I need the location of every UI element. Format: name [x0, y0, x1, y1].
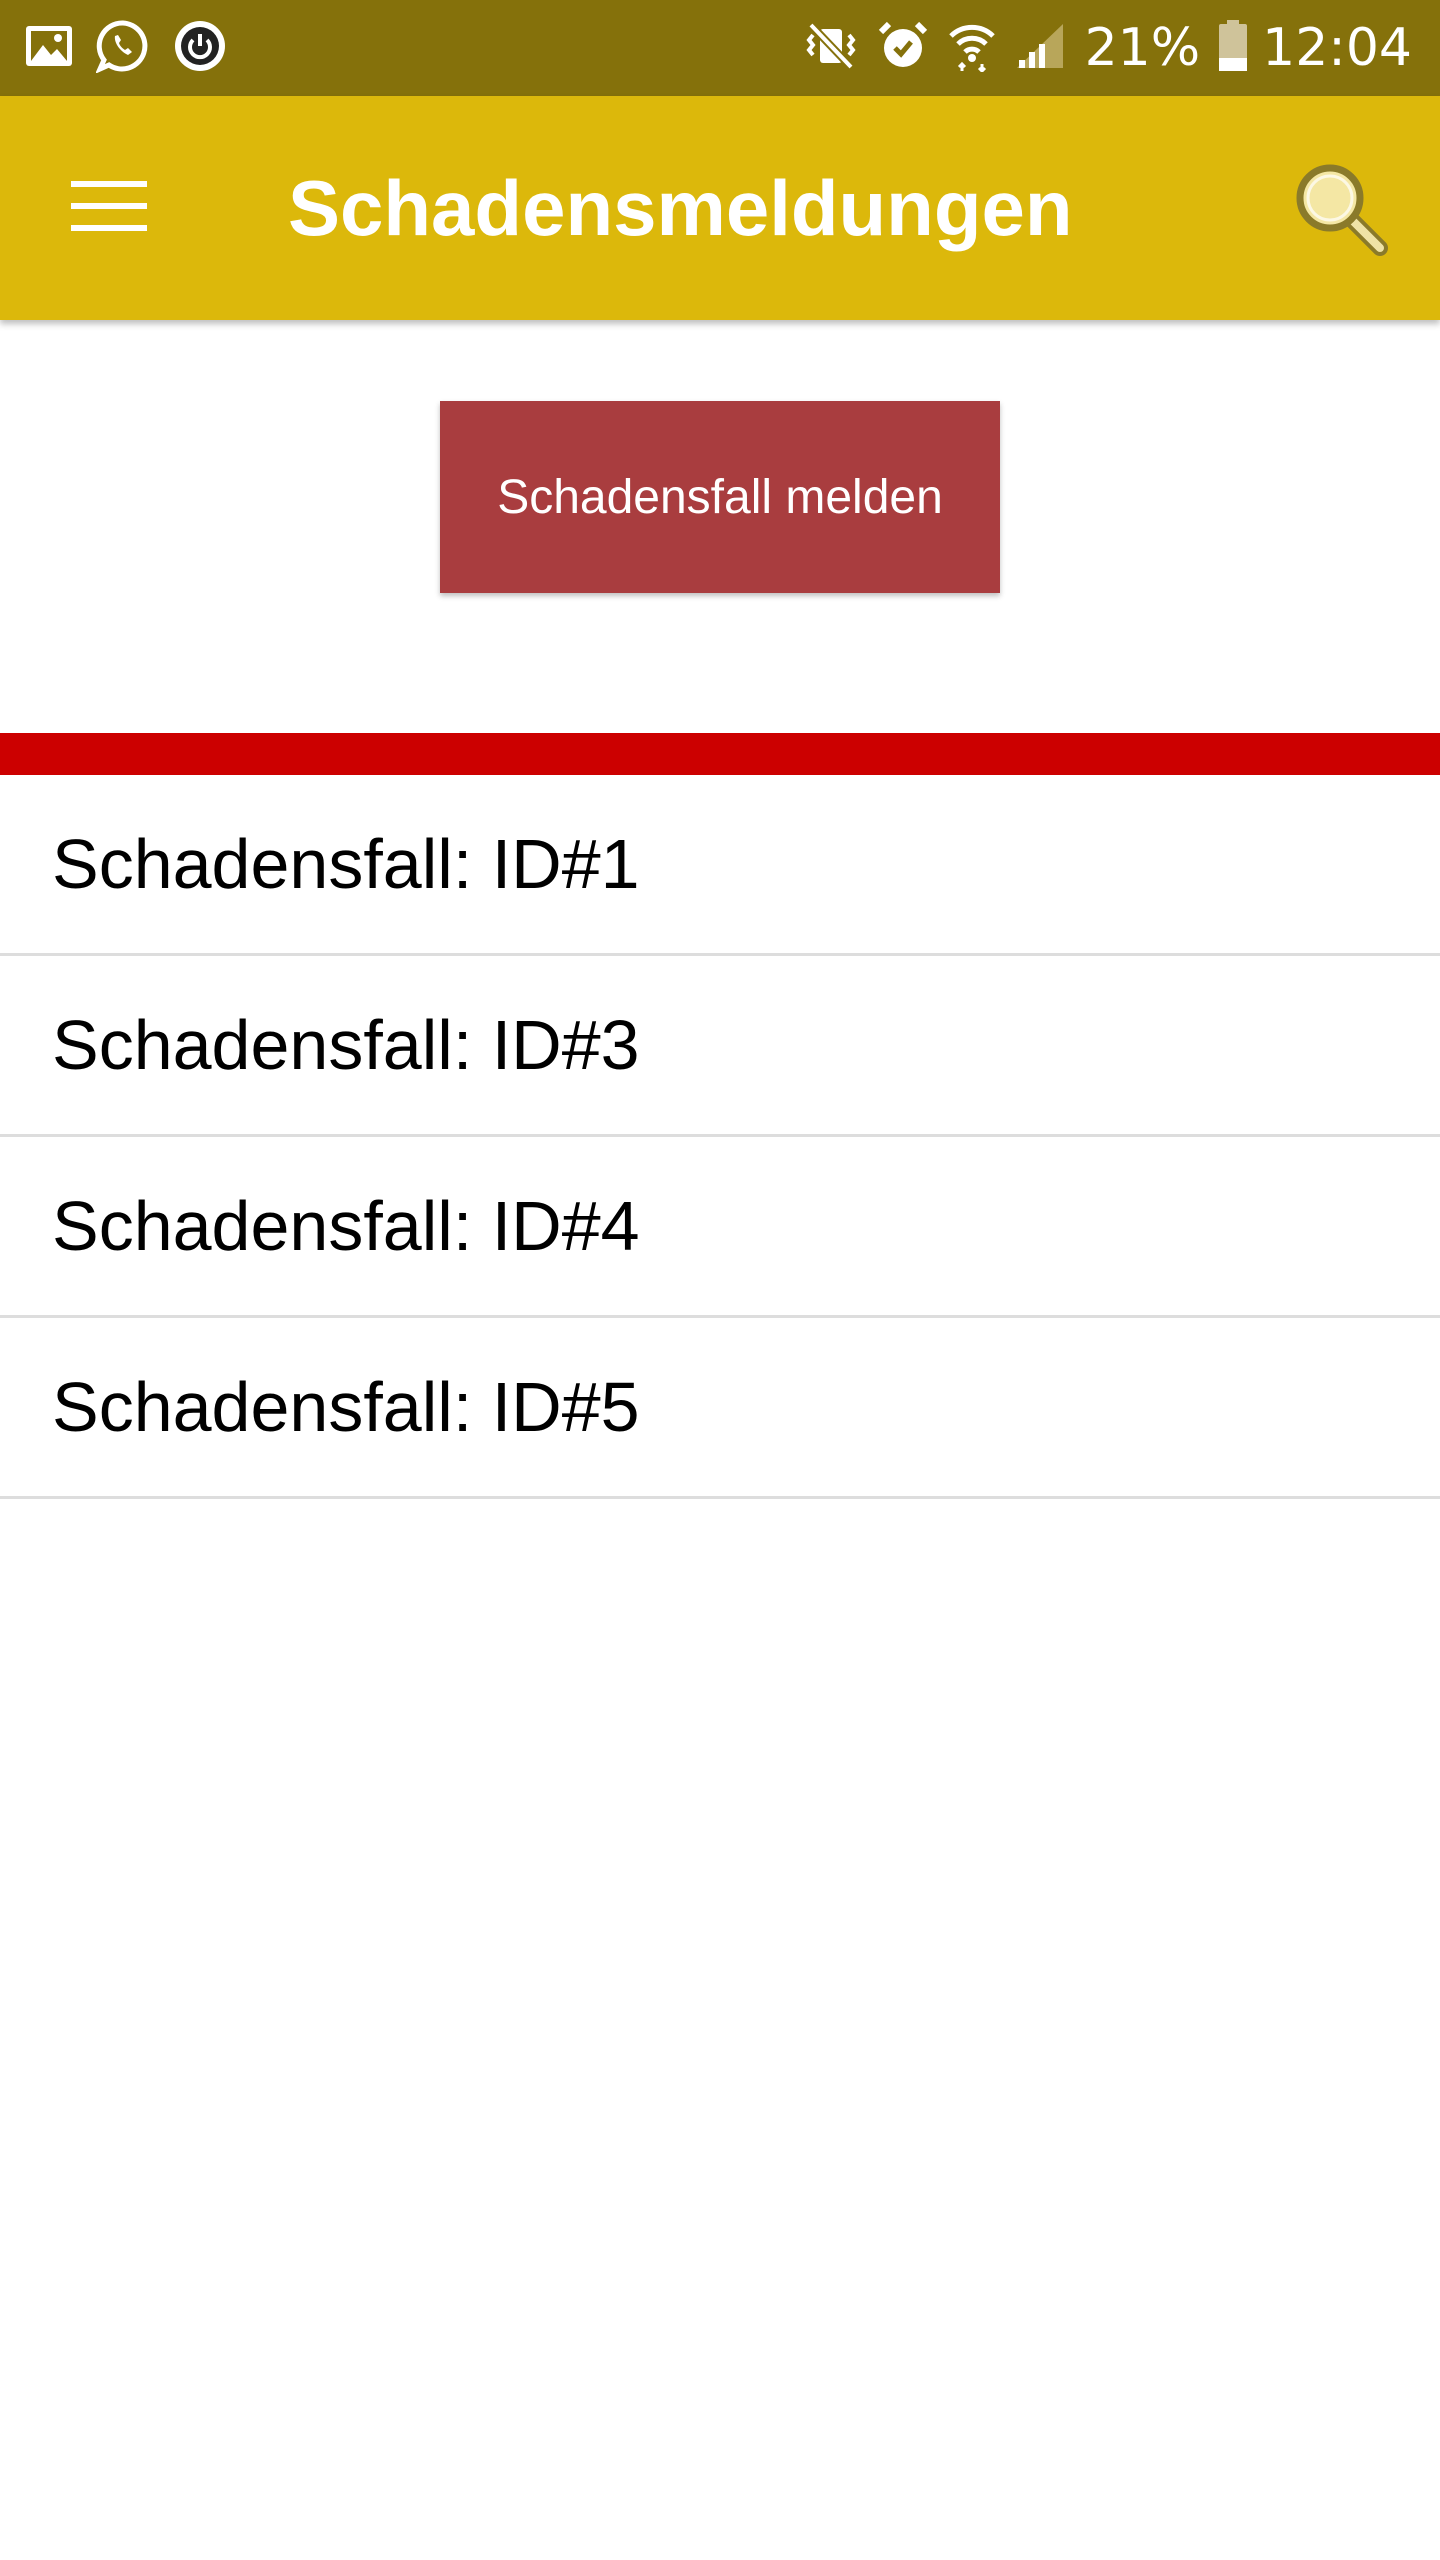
report-claim-button[interactable]: Schadensfall melden — [440, 401, 1000, 593]
search-icon — [1290, 158, 1390, 263]
power-icon — [172, 18, 228, 79]
clock: 12:04 — [1262, 18, 1412, 78]
menu-button[interactable] — [54, 158, 164, 258]
claims-list: Schadensfall: ID#1 Schadensfall: ID#3 Sc… — [0, 775, 1440, 1499]
list-item[interactable]: Schadensfall: ID#1 — [0, 775, 1440, 956]
battery-icon — [1218, 19, 1248, 77]
list-item[interactable]: Schadensfall: ID#3 — [0, 956, 1440, 1137]
wifi-icon — [947, 20, 997, 77]
app-bar: Schadensmeldungen — [0, 96, 1440, 320]
list-item[interactable]: Schadensfall: ID#5 — [0, 1318, 1440, 1499]
list-item[interactable]: Schadensfall: ID#4 — [0, 1137, 1440, 1318]
status-bar: 21% 12:04 — [0, 0, 1440, 96]
notification-icons — [24, 18, 250, 78]
search-button[interactable] — [1280, 150, 1400, 270]
alarm-icon — [877, 20, 929, 77]
system-status: 21% 12:04 — [785, 14, 1412, 82]
hamburger-menu-icon — [71, 179, 147, 238]
signal-icon — [1015, 22, 1065, 75]
whatsapp-icon — [95, 19, 150, 78]
section-divider — [0, 733, 1440, 775]
battery-percentage: 21% — [1084, 18, 1201, 78]
image-icon — [24, 24, 74, 73]
mute-vibrate-icon — [803, 21, 859, 76]
page-title: Schadensmeldungen — [288, 164, 1073, 252]
